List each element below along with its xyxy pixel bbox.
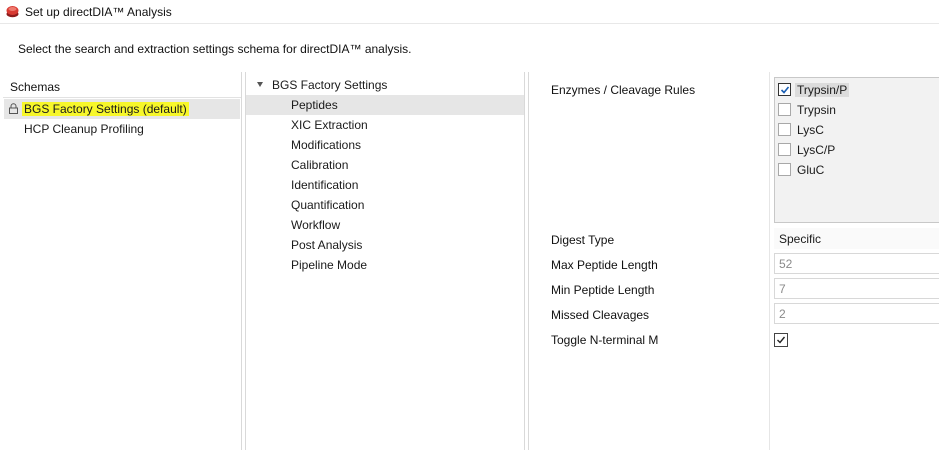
schemas-header: Schemas <box>10 80 61 94</box>
settings-tree-panel: BGS Factory Settings Peptides XIC Extrac… <box>245 72 525 450</box>
lock-icon <box>9 103 18 114</box>
tree-item-label: Peptides <box>291 98 338 112</box>
enzyme-label: GluC <box>797 163 825 177</box>
checkmark-icon <box>780 86 790 94</box>
digest-type-value: Specific <box>779 232 822 246</box>
schemas-divider <box>3 97 241 98</box>
tree-root-label: BGS Factory Settings <box>272 78 388 92</box>
enzyme-label: LysC/P <box>797 143 836 157</box>
enzyme-checkbox[interactable] <box>778 123 791 136</box>
min-peptide-length-value: 7 <box>779 282 786 296</box>
digest-type-dropdown[interactable]: Specific <box>774 228 939 249</box>
tree-item-calibration[interactable]: Calibration <box>246 155 524 175</box>
max-peptide-length-label: Max Peptide Length <box>551 258 658 272</box>
enzyme-item-lysc-p[interactable]: LysC/P <box>778 141 938 159</box>
window-title: Set up directDIA™ Analysis <box>25 5 172 19</box>
schema-item-hcp-cleanup-profiling[interactable]: HCP Cleanup Profiling <box>4 119 240 139</box>
min-peptide-length-label: Min Peptide Length <box>551 283 655 297</box>
enzyme-label: Trypsin/P <box>795 83 850 97</box>
enzyme-item-trypsin[interactable]: Trypsin <box>778 101 938 119</box>
missed-cleavages-input[interactable]: 2 <box>774 303 939 324</box>
toggle-n-terminal-m-label: Toggle N-terminal M <box>551 333 659 347</box>
enzyme-checkbox[interactable] <box>778 83 791 96</box>
enzymes-list[interactable]: Trypsin/P Trypsin LysC LysC/P GluC <box>774 77 939 223</box>
checkmark-icon <box>777 336 786 344</box>
enzyme-item-gluc[interactable]: GluC <box>778 161 938 179</box>
tree-item-label: XIC Extraction <box>291 118 368 132</box>
max-peptide-length-input[interactable]: 52 <box>774 253 939 274</box>
instruction-text: Select the search and extraction setting… <box>18 42 412 56</box>
enzyme-checkbox[interactable] <box>778 143 791 156</box>
tree-item-workflow[interactable]: Workflow <box>246 215 524 235</box>
schemas-panel: Schemas BGS Factory Settings (default) H… <box>0 72 242 450</box>
schema-label: BGS Factory Settings (default) <box>22 102 189 116</box>
tree-item-peptides[interactable]: Peptides <box>246 95 524 115</box>
digest-type-label: Digest Type <box>551 233 615 247</box>
column-divider <box>769 72 770 450</box>
tree-item-pipeline-mode[interactable]: Pipeline Mode <box>246 255 524 275</box>
schema-item-bgs-factory-settings[interactable]: BGS Factory Settings (default) <box>4 99 240 119</box>
enzyme-checkbox[interactable] <box>778 163 791 176</box>
enzyme-item-lysc[interactable]: LysC <box>778 121 938 139</box>
enzyme-label: Trypsin <box>797 103 836 117</box>
title-bar: Set up directDIA™ Analysis <box>0 0 939 24</box>
tree-item-identification[interactable]: Identification <box>246 175 524 195</box>
toggle-n-terminal-m-checkbox[interactable] <box>774 333 788 347</box>
tree-item-post-analysis[interactable]: Post Analysis <box>246 235 524 255</box>
missed-cleavages-value: 2 <box>779 307 786 321</box>
tree-item-label: Calibration <box>291 158 349 172</box>
tree-item-label: Identification <box>291 178 359 192</box>
min-peptide-length-input[interactable]: 7 <box>774 278 939 299</box>
max-peptide-length-value: 52 <box>779 257 793 271</box>
tree-item-label: Quantification <box>291 198 365 212</box>
enzyme-item-trypsin-p[interactable]: Trypsin/P <box>778 81 938 99</box>
tree-item-label: Workflow <box>291 218 341 232</box>
tree-item-label: Post Analysis <box>291 238 363 252</box>
missed-cleavages-label: Missed Cleavages <box>551 308 650 322</box>
enzymes-label: Enzymes / Cleavage Rules <box>551 83 696 97</box>
tree-item-quantification[interactable]: Quantification <box>246 195 524 215</box>
settings-panel: Enzymes / Cleavage Rules Trypsin/P Tryps… <box>528 72 939 450</box>
enzyme-checkbox[interactable] <box>778 103 791 116</box>
app-icon <box>6 6 19 18</box>
schema-label: HCP Cleanup Profiling <box>24 122 144 136</box>
tree-item-label: Pipeline Mode <box>291 258 368 272</box>
expand-caret-icon[interactable] <box>256 81 264 88</box>
tree-item-xic-extraction[interactable]: XIC Extraction <box>246 115 524 135</box>
enzyme-label: LysC <box>797 123 824 137</box>
tree-item-label: Modifications <box>291 138 362 152</box>
tree-item-modifications[interactable]: Modifications <box>246 135 524 155</box>
